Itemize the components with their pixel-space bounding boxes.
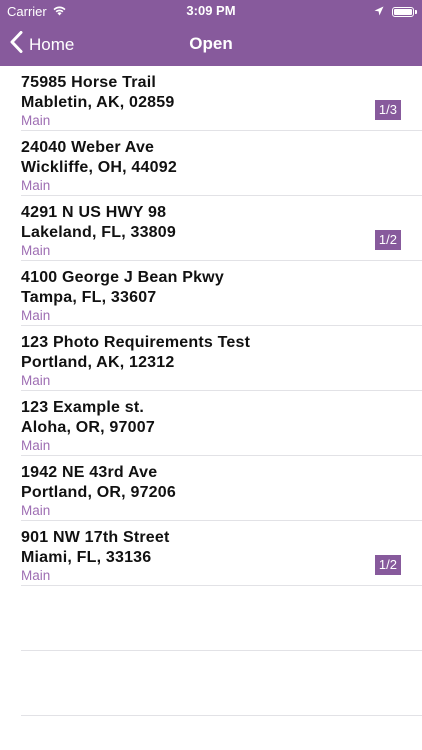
- location-arrow-icon: [374, 4, 384, 19]
- address-line2: Portland, OR, 97206: [21, 484, 176, 501]
- address-line2: Miami, FL, 33136: [21, 549, 152, 566]
- address-type: Main: [21, 503, 51, 518]
- header: Carrier 3:09 PM Home Open: [0, 0, 422, 66]
- address-type: Main: [21, 243, 51, 258]
- address-line1: 24040 Weber Ave: [21, 139, 155, 156]
- list-item[interactable]: 123 Photo Requirements Test Portland, AK…: [21, 326, 422, 391]
- status-bar: Carrier 3:09 PM: [0, 0, 422, 22]
- list-item[interactable]: 75985 Horse Trail Mabletin, AK, 02859 Ma…: [21, 66, 422, 131]
- address-type: Main: [21, 308, 51, 323]
- address-line1: 123 Photo Requirements Test: [21, 334, 251, 351]
- address-line1: 123 Example st.: [21, 399, 145, 416]
- page-title: Open: [189, 34, 233, 53]
- battery-fill: [394, 8, 412, 15]
- address-line2: Lakeland, FL, 33809: [21, 224, 176, 241]
- nav-bar: Home Open: [0, 22, 422, 66]
- address-type: Main: [21, 568, 51, 583]
- address-type: Main: [21, 438, 51, 453]
- address-line2: Tampa, FL, 33607: [21, 289, 157, 306]
- address-line1: 75985 Horse Trail: [21, 74, 157, 91]
- list-item[interactable]: 1942 NE 43rd Ave Portland, OR, 97206 Mai…: [21, 456, 422, 521]
- empty-row: [21, 586, 422, 651]
- battery-cap: [415, 9, 417, 14]
- list-item[interactable]: 901 NW 17th Street Miami, FL, 33136 Main…: [21, 521, 422, 586]
- address-list: 75985 Horse Trail Mabletin, AK, 02859 Ma…: [0, 66, 422, 716]
- status-right: [374, 4, 417, 19]
- address-line2: Portland, AK, 12312: [21, 354, 175, 371]
- count-badge: 1/2: [374, 555, 401, 575]
- address-line2: Mabletin, AK, 02859: [21, 94, 175, 111]
- address-type: Main: [21, 113, 51, 128]
- empty-row: [21, 651, 422, 716]
- battery-icon: [392, 6, 417, 17]
- address-line1: 901 NW 17th Street: [21, 529, 170, 546]
- address-line2: Wickliffe, OH, 44092: [21, 159, 177, 176]
- list-item[interactable]: 24040 Weber Ave Wickliffe, OH, 44092 Mai…: [21, 131, 422, 196]
- count-badge: 1/3: [374, 100, 401, 120]
- count-badge: 1/2: [374, 230, 401, 250]
- address-type: Main: [21, 178, 51, 193]
- list-item[interactable]: 4291 N US HWY 98 Lakeland, FL, 33809 Mai…: [21, 196, 422, 261]
- list-item[interactable]: 4100 George J Bean Pkwy Tampa, FL, 33607…: [21, 261, 422, 326]
- address-type: Main: [21, 373, 51, 388]
- status-time: 3:09 PM: [186, 3, 236, 18]
- address-line1: 1942 NE 43rd Ave: [21, 464, 158, 481]
- list-item[interactable]: 123 Example st. Aloha, OR, 97007 Main: [21, 391, 422, 456]
- address-line2: Aloha, OR, 97007: [21, 419, 155, 436]
- address-line1: 4100 George J Bean Pkwy: [21, 269, 224, 286]
- address-line1: 4291 N US HWY 98: [21, 204, 167, 221]
